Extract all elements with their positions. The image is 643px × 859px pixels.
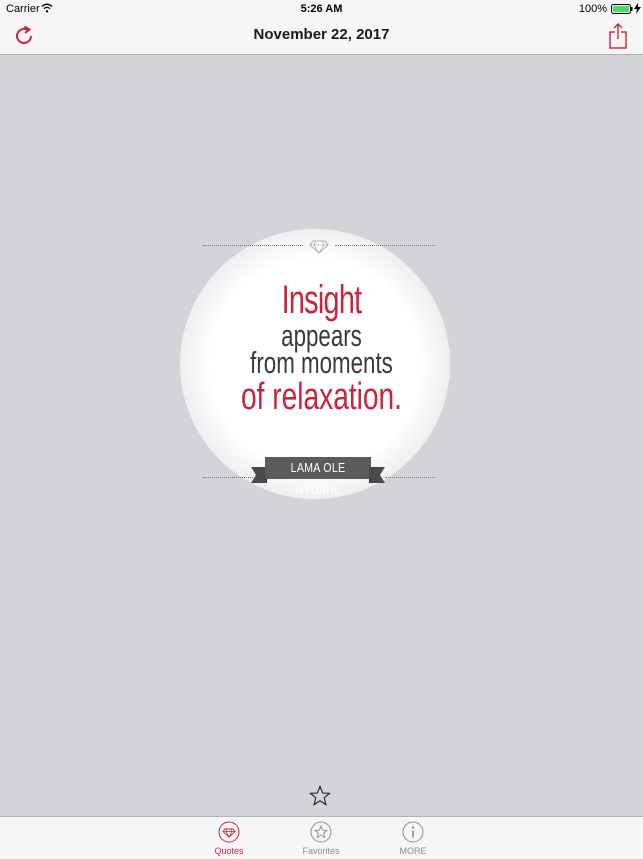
- bottom-divider-right: [385, 477, 435, 478]
- author-ribbon: LAMA OLE NYDAHL: [251, 457, 385, 497]
- quote-line-4: of relaxation.: [240, 376, 402, 418]
- status-time: 5:26 AM: [300, 3, 343, 15]
- bottom-divider-left: [203, 477, 253, 478]
- quote-line-1: Insight: [281, 278, 363, 322]
- battery-percentage: 100%: [578, 3, 607, 15]
- top-divider-left: [203, 245, 303, 246]
- tab-favorites-label: Favorites: [302, 846, 340, 856]
- star-badge-icon: [310, 821, 332, 843]
- author-text: LAMA OLE NYDAHL: [290, 460, 346, 497]
- share-button[interactable]: [607, 23, 629, 49]
- tab-quotes-label: Quotes: [214, 846, 244, 856]
- page-title: November 22, 2017: [253, 26, 390, 43]
- tab-quotes[interactable]: Quotes: [189, 817, 269, 859]
- navigation-bar: November 22, 2017: [0, 18, 643, 55]
- tab-more-label: MORE: [399, 846, 427, 856]
- battery-icon: [611, 4, 633, 14]
- favorite-star-button[interactable]: [309, 785, 331, 807]
- info-icon: [402, 821, 424, 843]
- status-bar: Carrier 5:26 AM 100%: [0, 0, 643, 18]
- ribbon-tail-right-icon: [369, 467, 385, 483]
- gem-icon: [309, 240, 329, 254]
- tab-bar: Quotes Favorites MORE: [0, 816, 643, 859]
- top-divider-right: [335, 245, 435, 246]
- quote-card: Insight appears from moments of relaxati…: [0, 54, 643, 754]
- charging-bolt-icon: [634, 3, 641, 14]
- tab-more[interactable]: MORE: [373, 817, 453, 859]
- author-name: LAMA OLE NYDAHL: [265, 457, 371, 497]
- tab-favorites[interactable]: Favorites: [281, 817, 361, 859]
- gem-tab-icon: [218, 821, 240, 843]
